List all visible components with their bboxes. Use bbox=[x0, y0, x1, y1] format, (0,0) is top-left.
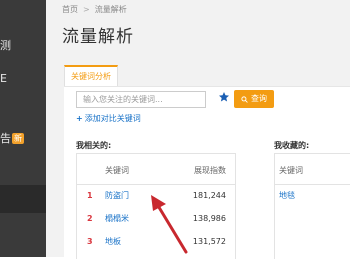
search-icon bbox=[241, 95, 248, 103]
related-keyword-table: 关键词 展现指数 1 防盗门 181,244 2 榻榻米 138,986 3 地… bbox=[76, 153, 236, 259]
sidebar-fragment[interactable]: 告 bbox=[0, 133, 11, 145]
add-compare-label: 添加对比关键词 bbox=[84, 114, 141, 123]
query-button-label: 查询 bbox=[251, 94, 267, 103]
breadcrumb-current: 流量解析 bbox=[94, 5, 127, 14]
sidebar-active-item[interactable] bbox=[0, 185, 46, 213]
keyword-search-input[interactable] bbox=[76, 91, 206, 108]
breadcrumb-home[interactable]: 首页 bbox=[62, 5, 78, 14]
query-button[interactable]: 查询 bbox=[234, 90, 274, 108]
rank-number: 1 bbox=[87, 191, 93, 200]
breadcrumb-separator: > bbox=[83, 5, 90, 14]
rank-number: 3 bbox=[87, 237, 93, 246]
index-value: 131,572 bbox=[192, 237, 226, 246]
table-row: 地毯 bbox=[275, 184, 350, 207]
plus-icon: + bbox=[76, 114, 83, 123]
column-header-keyword: 关键词 bbox=[279, 166, 303, 175]
keyword-link[interactable]: 防盗门 bbox=[105, 184, 129, 207]
sidebar-fragment[interactable]: 测 bbox=[0, 40, 11, 52]
table-row: 3 地板 131,572 bbox=[77, 230, 235, 253]
favorites-section-title: 我收藏的: bbox=[274, 141, 310, 150]
column-header-index: 展现指数 bbox=[194, 166, 226, 175]
new-badge: 新 bbox=[12, 133, 24, 144]
keyword-link[interactable]: 地毯 bbox=[279, 184, 295, 207]
tab-keyword-analysis[interactable]: 关键词分析 bbox=[64, 65, 118, 87]
index-value: 138,986 bbox=[192, 214, 226, 223]
sidebar-fragment[interactable]: E bbox=[0, 73, 7, 85]
table-row: 2 榻榻米 138,986 bbox=[77, 207, 235, 230]
table-row: 1 防盗门 181,244 bbox=[77, 184, 235, 207]
rank-number: 2 bbox=[87, 214, 93, 223]
related-section-title: 我相关的: bbox=[76, 141, 112, 150]
add-compare-keyword-link[interactable]: + 添加对比关键词 bbox=[76, 113, 141, 124]
keyword-link[interactable]: 榻榻米 bbox=[105, 207, 129, 230]
table-header: 关键词 bbox=[275, 154, 350, 185]
breadcrumb: 首页 > 流量解析 bbox=[62, 4, 127, 15]
column-header-keyword: 关键词 bbox=[105, 166, 129, 175]
page-title: 流量解析 bbox=[62, 27, 134, 47]
favorite-keyword-table: 关键词 地毯 bbox=[274, 153, 350, 259]
star-icon[interactable] bbox=[218, 91, 230, 103]
main-content: 首页 > 流量解析 流量解析 关键词分析 查询 +添加对比关键词 我相关的: 我收藏… bbox=[46, 0, 350, 259]
keyword-panel: 查询 +添加对比关键词 我相关的: 我收藏的: 关键词 展现指数 1 防盗门 1… bbox=[64, 86, 350, 259]
left-sidebar: 测 E 告 新 bbox=[0, 0, 46, 257]
index-value: 181,244 bbox=[192, 191, 226, 200]
keyword-link[interactable]: 地板 bbox=[105, 230, 121, 253]
table-header: 关键词 展现指数 bbox=[77, 154, 235, 185]
